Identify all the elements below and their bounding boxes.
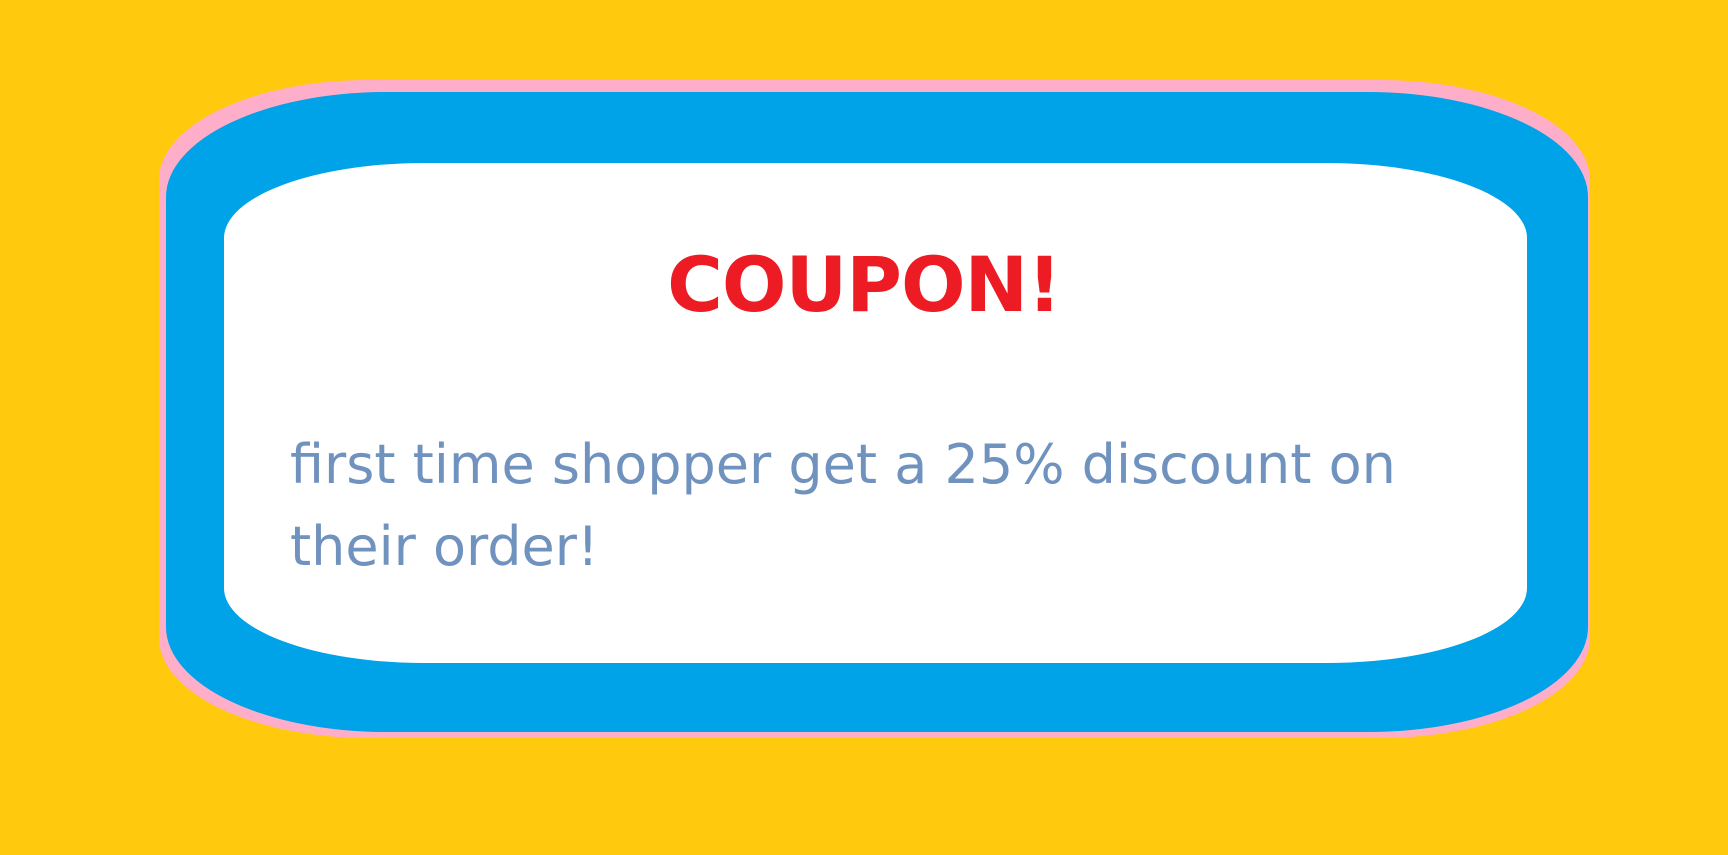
coupon-title: COUPON! — [667, 240, 1062, 329]
coupon-card — [224, 163, 1527, 663]
coupon-canvas: COUPON! first time shopper get a 25% dis… — [0, 0, 1728, 855]
coupon-message: first time shopper get a 25% discount on… — [290, 433, 1396, 578]
